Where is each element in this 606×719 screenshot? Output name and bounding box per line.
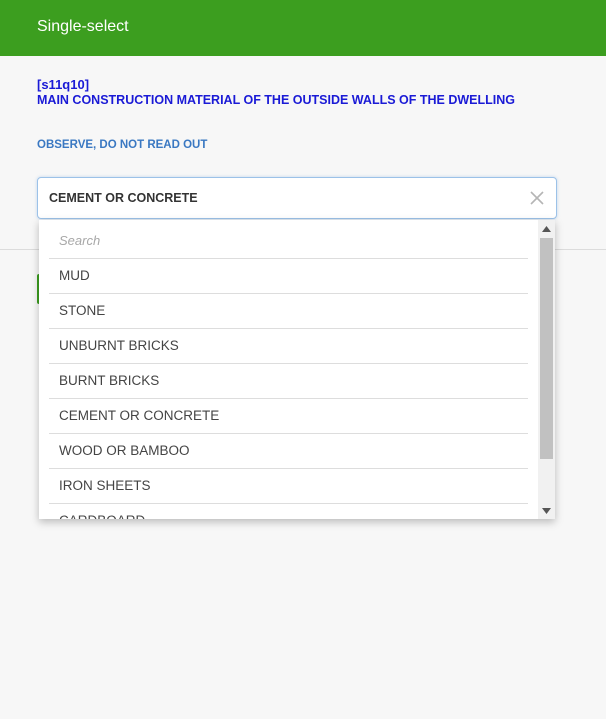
selected-value: CEMENT OR CONCRETE xyxy=(49,191,198,205)
app-header: Single-select xyxy=(0,0,606,56)
search-input[interactable] xyxy=(49,223,528,259)
option-item[interactable]: WOOD OR BAMBOO xyxy=(49,434,528,469)
select-dropdown: MUD STONE UNBURNT BRICKS BURNT BRICKS CE… xyxy=(39,220,555,519)
option-item[interactable]: IRON SHEETS xyxy=(49,469,528,504)
scroll-down-arrow-icon[interactable] xyxy=(538,502,555,519)
header-title: Single-select xyxy=(37,18,129,35)
option-item[interactable]: STONE xyxy=(49,294,528,329)
option-item[interactable]: MUD xyxy=(49,259,528,294)
option-item[interactable]: UNBURNT BRICKS xyxy=(49,329,528,364)
option-item[interactable]: CEMENT OR CONCRETE xyxy=(49,399,528,434)
question-instruction: OBSERVE, DO NOT READ OUT xyxy=(37,139,208,151)
scroll-thumb[interactable] xyxy=(540,238,553,459)
options-list: MUD STONE UNBURNT BRICKS BURNT BRICKS CE… xyxy=(49,259,528,519)
question-id: [s11q10] xyxy=(37,77,90,92)
question-text: MAIN CONSTRUCTION MATERIAL OF THE OUTSID… xyxy=(37,93,515,107)
close-icon[interactable] xyxy=(528,189,546,207)
dropdown-scrollbar[interactable] xyxy=(538,220,555,519)
option-item[interactable]: BURNT BRICKS xyxy=(49,364,528,399)
single-select-combobox[interactable]: CEMENT OR CONCRETE xyxy=(37,177,557,219)
option-item[interactable]: CARDBOARD xyxy=(49,504,528,519)
scroll-up-arrow-icon[interactable] xyxy=(538,220,555,237)
